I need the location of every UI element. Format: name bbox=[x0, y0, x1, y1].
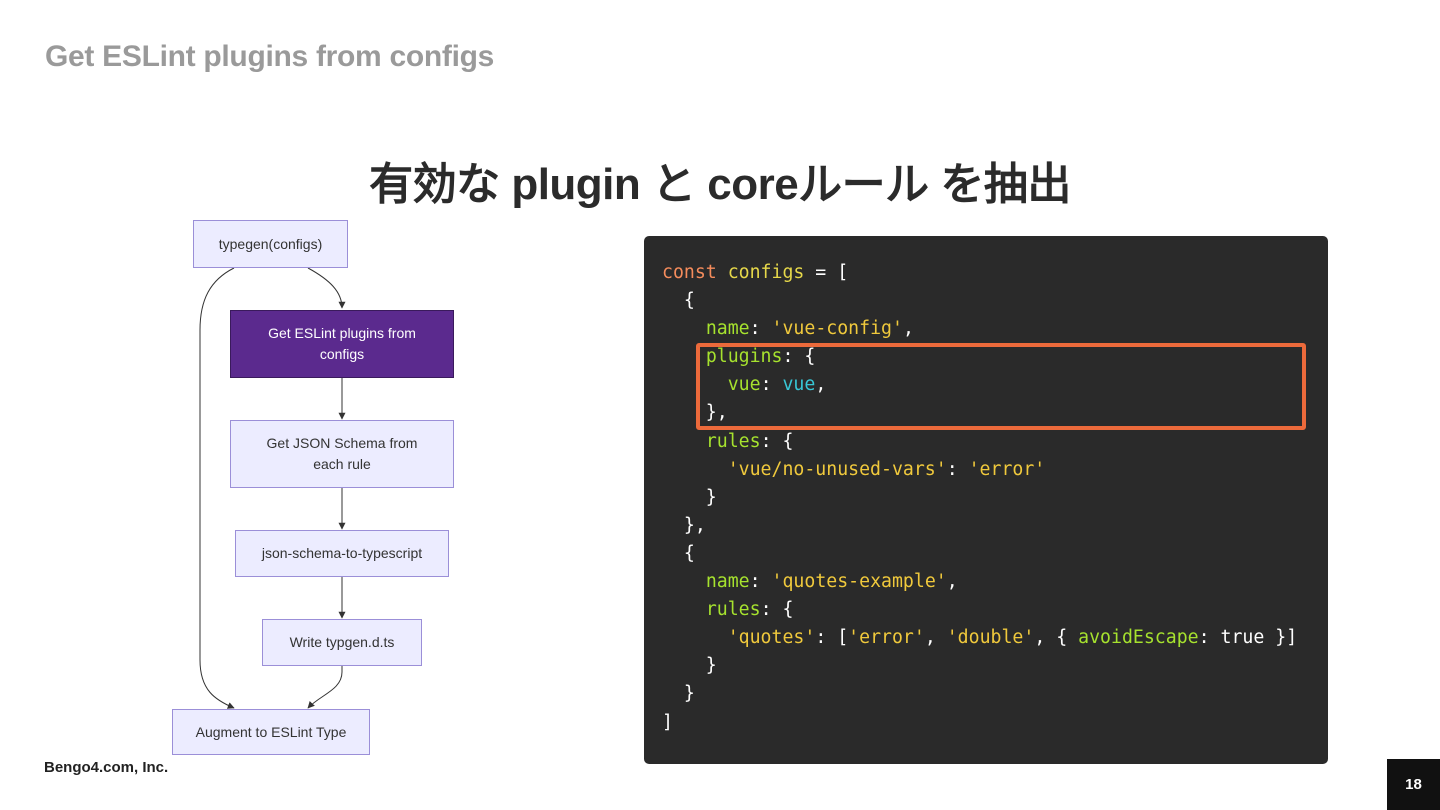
code-token: 'quotes' bbox=[727, 627, 816, 649]
code-line: }, bbox=[662, 512, 1297, 540]
code-token: name bbox=[705, 318, 750, 340]
code-token: : bbox=[749, 571, 772, 593]
code-token: ] bbox=[662, 711, 673, 733]
code-line: rules: { bbox=[662, 428, 1297, 456]
node-augment-eslint-type: Augment to ESLint Type bbox=[172, 709, 370, 755]
node-typegen: typegen(configs) bbox=[193, 220, 348, 268]
code-token: rules bbox=[705, 430, 761, 452]
node-get-eslint-plugins: Get ESLint plugins from configs bbox=[230, 310, 454, 378]
edge-write-augment bbox=[307, 666, 343, 709]
code-line: ] bbox=[662, 709, 1297, 737]
code-line: { bbox=[662, 287, 1297, 315]
code-token: 'double' bbox=[946, 627, 1035, 649]
code-token: 'error' bbox=[848, 627, 925, 649]
code-token: : true }] bbox=[1198, 627, 1298, 649]
code-line: const configs = [ bbox=[662, 259, 1297, 287]
code-line: name: 'vue-config', bbox=[662, 315, 1297, 343]
node-get-json-schema: Get JSON Schema from each rule bbox=[230, 420, 454, 488]
flowchart: typegen(configs) Get ESLint plugins from… bbox=[0, 0, 640, 810]
code-line: } bbox=[662, 652, 1297, 680]
code-token: name bbox=[705, 571, 750, 593]
edge-typegen-augment bbox=[199, 267, 235, 709]
code-token: configs bbox=[727, 262, 805, 283]
code-token: 'vue-config' bbox=[771, 318, 903, 340]
code-token: : [ bbox=[815, 627, 849, 649]
code-token: } bbox=[662, 683, 695, 705]
code-token: { bbox=[662, 290, 695, 312]
code-token: : bbox=[946, 458, 969, 480]
edge-typegen-plugins bbox=[307, 267, 346, 309]
code-line: { bbox=[662, 540, 1297, 568]
code-token: } bbox=[662, 486, 717, 508]
code-token: avoidEscape bbox=[1078, 627, 1199, 649]
code-token: }, bbox=[662, 514, 706, 536]
flowchart-edges bbox=[199, 267, 346, 709]
code-line: 'vue/no-unused-vars': 'error' bbox=[662, 456, 1297, 484]
code-line: } bbox=[662, 484, 1297, 512]
node-json-schema-to-typescript: json-schema-to-typescript bbox=[235, 530, 449, 577]
plugins-highlight-box bbox=[696, 343, 1306, 430]
code-token: 'quotes-example' bbox=[771, 571, 947, 593]
code-line: 'quotes': ['error', 'double', { avoidEsc… bbox=[662, 624, 1297, 652]
node-write-typgen: Write typgen.d.ts bbox=[262, 619, 422, 666]
code-line: rules: { bbox=[662, 596, 1297, 624]
code-token: , { bbox=[1034, 627, 1079, 649]
company-name: Bengo4.com, Inc. bbox=[44, 759, 169, 776]
code-token: } bbox=[662, 655, 717, 677]
code-token: rules bbox=[705, 599, 761, 621]
code-token: 'vue/no-unused-vars' bbox=[727, 458, 947, 480]
code-token: = [ bbox=[804, 262, 849, 283]
page-number: 18 bbox=[1387, 759, 1440, 810]
code-line: } bbox=[662, 680, 1297, 708]
code-text: const configs = [ { name: 'vue-config' , … bbox=[662, 259, 1297, 737]
code-token: , bbox=[946, 571, 958, 593]
code-token: : { bbox=[760, 430, 794, 452]
code-token: , bbox=[902, 318, 914, 340]
code-token: , bbox=[924, 627, 947, 649]
code-token: : { bbox=[760, 599, 794, 621]
code-token: const bbox=[662, 262, 717, 283]
code-block: const configs = [ { name: 'vue-config' , … bbox=[644, 236, 1328, 764]
code-token: 'error' bbox=[968, 458, 1046, 480]
code-line: name: 'quotes-example', bbox=[662, 568, 1297, 596]
code-token: : bbox=[749, 318, 772, 340]
code-token: { bbox=[662, 542, 695, 564]
